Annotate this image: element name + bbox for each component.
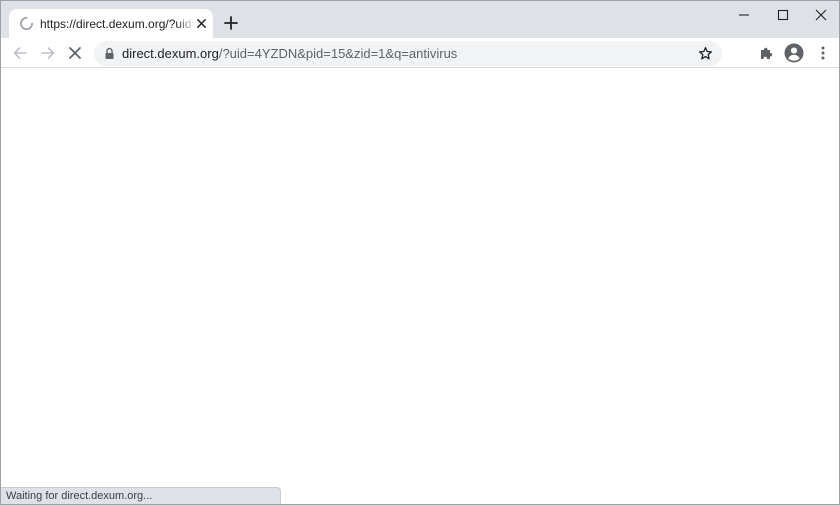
- tab-strip: https://direct.dexum.org/?uid=4YZDN&pid=…: [1, 1, 839, 38]
- arrow-right-icon[interactable]: [40, 45, 56, 61]
- star-outline-icon[interactable]: [698, 46, 713, 61]
- lock-icon[interactable]: [104, 47, 115, 60]
- address-bar[interactable]: direct.dexum.org/?uid=4YZDN&pid=15&zid=1…: [94, 41, 722, 66]
- status-bubble: Waiting for direct.dexum.org...: [1, 487, 281, 504]
- arrow-left-icon[interactable]: [12, 45, 28, 61]
- stop-x-icon[interactable]: [67, 45, 83, 61]
- url-host: direct.dexum.org: [122, 46, 219, 61]
- loading-spinner-icon: [20, 17, 33, 30]
- tab-title: https://direct.dexum.org/?uid=4YZDN&pid=…: [40, 17, 195, 31]
- active-tab[interactable]: https://direct.dexum.org/?uid=4YZDN&pid=…: [9, 9, 213, 38]
- new-tab-plus-icon[interactable]: [223, 15, 239, 31]
- tab-close-icon[interactable]: [195, 17, 208, 30]
- url-text[interactable]: direct.dexum.org/?uid=4YZDN&pid=15&zid=1…: [122, 45, 457, 62]
- kebab-menu-icon[interactable]: [815, 45, 831, 61]
- puzzle-icon[interactable]: [759, 45, 775, 61]
- account-circle-icon[interactable]: [784, 43, 804, 63]
- page-content: [1, 68, 839, 504]
- url-path: /?uid=4YZDN&pid=15&zid=1&q=antivirus: [218, 46, 458, 61]
- minimize-icon[interactable]: [737, 8, 751, 22]
- toolbar: direct.dexum.org/?uid=4YZDN&pid=15&zid=1…: [1, 38, 839, 68]
- window-close-icon[interactable]: [814, 8, 828, 22]
- maximize-icon[interactable]: [776, 8, 790, 22]
- browser-window: https://direct.dexum.org/?uid=4YZDN&pid=…: [0, 0, 840, 505]
